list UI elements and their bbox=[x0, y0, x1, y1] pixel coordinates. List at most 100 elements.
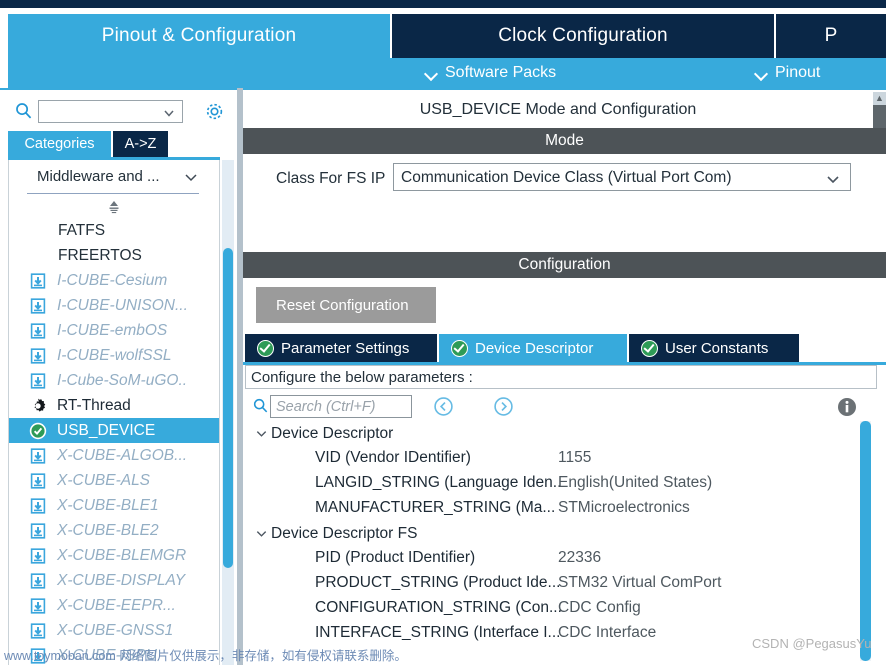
sidebar-category-selector[interactable]: Middleware and ... bbox=[9, 162, 219, 194]
sidebar-item-x-cube-ble1[interactable]: X-CUBE-BLE1 bbox=[9, 493, 219, 518]
check-circle-icon bbox=[29, 422, 47, 440]
window-top-strip bbox=[0, 0, 886, 8]
param-value: CDC Config bbox=[558, 599, 641, 616]
sidebar-scrollbar-thumb[interactable] bbox=[223, 248, 233, 568]
sidebar-search-row bbox=[0, 92, 237, 129]
sidebar-item-i-cube-som-ugo[interactable]: I-Cube-SoM-uGO.. bbox=[9, 368, 219, 393]
table-row[interactable]: LANGID_STRING (Language Iden.. English(U… bbox=[245, 471, 877, 496]
table-row[interactable]: CONFIGURATION_STRING (Con... CDC Config bbox=[245, 596, 877, 621]
sidebar-item-x-cube-eeprom[interactable]: X-CUBE-EEPR... bbox=[9, 593, 219, 618]
tab-device-descriptor[interactable]: Device Descriptor bbox=[439, 334, 627, 362]
param-value: 1155 bbox=[558, 449, 592, 466]
mode-band-label: Mode bbox=[545, 132, 584, 149]
chevron-down-icon bbox=[251, 527, 271, 540]
pinout-menu[interactable]: Pinout bbox=[755, 58, 820, 88]
parameter-tree-scrollbar-thumb[interactable] bbox=[860, 421, 871, 661]
sidebar-item-label: X-CUBE-BLE1 bbox=[57, 496, 159, 514]
param-value: 22336 bbox=[558, 549, 602, 566]
class-for-fs-ip-select[interactable]: Communication Device Class (Virtual Port… bbox=[393, 163, 851, 191]
parameter-search-input[interactable]: Search (Ctrl+F) bbox=[270, 395, 412, 418]
tab-project-manager[interactable]: P bbox=[776, 14, 886, 58]
sub-toolbar: Software Packs Pinout bbox=[8, 58, 886, 88]
tab-pinout-configuration[interactable]: Pinout & Configuration bbox=[8, 14, 390, 58]
sidebar-item-x-cube-blemgr[interactable]: X-CUBE-BLEMGR bbox=[9, 543, 219, 568]
chevron-down-icon bbox=[162, 106, 176, 125]
sidebar-item-i-cube-wolfssl[interactable]: I-CUBE-wolfSSL bbox=[9, 343, 219, 368]
download-pack-icon bbox=[29, 447, 47, 465]
sidebar-tab-a-to-z[interactable]: A->Z bbox=[113, 131, 168, 157]
tab-clock-configuration-label: Clock Configuration bbox=[498, 25, 668, 46]
sidebar-item-label: X-CUBE-DISPLAY bbox=[57, 571, 186, 589]
main-tabbar: Pinout & Configuration Clock Configurati… bbox=[0, 14, 886, 58]
sidebar-item-label: I-CUBE-wolfSSL bbox=[57, 346, 172, 364]
sidebar-item-label: I-Cube-SoM-uGO.. bbox=[57, 371, 188, 389]
tab-user-constants[interactable]: User Constants bbox=[629, 334, 799, 362]
reset-configuration-button[interactable]: Reset Configuration bbox=[256, 287, 436, 323]
check-circle-icon bbox=[641, 339, 658, 357]
download-pack-icon bbox=[29, 622, 47, 640]
sidebar-tab-a-to-z-label: A->Z bbox=[124, 136, 157, 152]
param-key: INTERFACE_STRING (Interface I... bbox=[315, 624, 561, 641]
sidebar-item-label: RT-Thread bbox=[57, 396, 131, 414]
watermark-bottom: www.toymoban.com 网络图片仅供展示，非存储，如有侵权请联系删除。 bbox=[4, 649, 407, 663]
download-pack-icon bbox=[29, 297, 47, 315]
download-pack-icon bbox=[29, 572, 47, 590]
info-icon[interactable] bbox=[837, 397, 857, 417]
table-row[interactable]: PID (Product IDentifier) 22336 bbox=[245, 546, 877, 571]
table-row[interactable]: MANUFACTURER_STRING (Ma... STMicroelectr… bbox=[245, 496, 877, 521]
param-value: English(United States) bbox=[558, 474, 713, 491]
tab-clock-configuration[interactable]: Clock Configuration bbox=[392, 14, 774, 58]
download-pack-icon bbox=[29, 497, 47, 515]
sidebar-item-x-cube-gnss1[interactable]: X-CUBE-GNSS1 bbox=[9, 618, 219, 643]
download-pack-icon bbox=[29, 347, 47, 365]
software-packs-menu[interactable]: Software Packs bbox=[425, 58, 556, 88]
nav-next-icon[interactable] bbox=[493, 396, 514, 417]
sidebar-item-i-cube-embos[interactable]: I-CUBE-embOS bbox=[9, 318, 219, 343]
sidebar-item-fatfs[interactable]: FATFS bbox=[9, 218, 219, 243]
tab-project-manager-label: P bbox=[824, 25, 838, 46]
sidebar-item-x-cube-display[interactable]: X-CUBE-DISPLAY bbox=[9, 568, 219, 593]
sidebar-item-rt-thread[interactable]: RT-Thread bbox=[9, 393, 219, 418]
configuration-band: Configuration bbox=[243, 252, 886, 278]
sidebar-item-x-cube-ble2[interactable]: X-CUBE-BLE2 bbox=[9, 518, 219, 543]
scroll-up-arrow-icon[interactable]: ▲ bbox=[873, 92, 886, 104]
tree-group-device-descriptor-fs[interactable]: Device Descriptor FS bbox=[245, 521, 877, 546]
sidebar-item-i-cube-cesium[interactable]: I-CUBE-Cesium bbox=[9, 268, 219, 293]
pinout-label: Pinout bbox=[775, 64, 821, 81]
sidebar-item-label: I-CUBE-UNISON... bbox=[57, 296, 188, 314]
gear-icon[interactable] bbox=[204, 101, 225, 122]
sidebar-scrollbar[interactable] bbox=[222, 160, 234, 665]
download-pack-icon bbox=[29, 272, 47, 290]
watermark-corner: CSDN @PegasusYu bbox=[752, 636, 872, 651]
download-pack-icon bbox=[29, 322, 47, 340]
chevron-down-icon bbox=[425, 67, 438, 80]
sidebar-item-label: FATFS bbox=[58, 221, 106, 239]
sidebar-item-freertos[interactable]: FREERTOS bbox=[9, 243, 219, 268]
mode-band: Mode bbox=[243, 128, 886, 154]
class-for-fs-ip-label: Class For FS IP bbox=[276, 170, 386, 187]
sidebar-tab-categories-label: Categories bbox=[24, 136, 95, 152]
parameter-tree-scrollbar[interactable] bbox=[860, 421, 871, 661]
sidebar-tab-categories[interactable]: Categories bbox=[8, 131, 111, 157]
sidebar-item-label: X-CUBE-BLE2 bbox=[57, 521, 159, 539]
tree-group-label: Device Descriptor bbox=[271, 424, 394, 442]
configuration-band-label: Configuration bbox=[518, 256, 611, 273]
sidebar-scroll-up-spinner[interactable] bbox=[103, 198, 125, 216]
sidebar-item-x-cube-algobuild[interactable]: X-CUBE-ALGOB... bbox=[9, 443, 219, 468]
sidebar-search-input[interactable] bbox=[38, 100, 183, 123]
sidebar-item-label: I-CUBE-embOS bbox=[57, 321, 168, 339]
table-row[interactable]: PRODUCT_STRING (Product Ide... STM32 Vir… bbox=[245, 571, 877, 596]
table-row[interactable]: VID (Vendor IDentifier) 1155 bbox=[245, 446, 877, 471]
param-key: VID (Vendor IDentifier) bbox=[315, 449, 471, 466]
tab-parameter-settings[interactable]: Parameter Settings bbox=[245, 334, 437, 362]
sidebar-item-i-cube-unison[interactable]: I-CUBE-UNISON... bbox=[9, 293, 219, 318]
nav-prev-icon[interactable] bbox=[433, 396, 454, 417]
cubemx-window: Pinout & Configuration Clock Configurati… bbox=[0, 0, 886, 665]
chevron-down-icon bbox=[825, 171, 841, 192]
sidebar-item-usb-device[interactable]: USB_DEVICE bbox=[9, 418, 219, 443]
chevron-down-icon bbox=[184, 170, 198, 189]
download-pack-icon bbox=[29, 597, 47, 615]
tree-group-device-descriptor[interactable]: Device Descriptor bbox=[245, 421, 877, 446]
sidebar-item-x-cube-als[interactable]: X-CUBE-ALS bbox=[9, 468, 219, 493]
param-value: CDC Interface bbox=[558, 624, 657, 641]
